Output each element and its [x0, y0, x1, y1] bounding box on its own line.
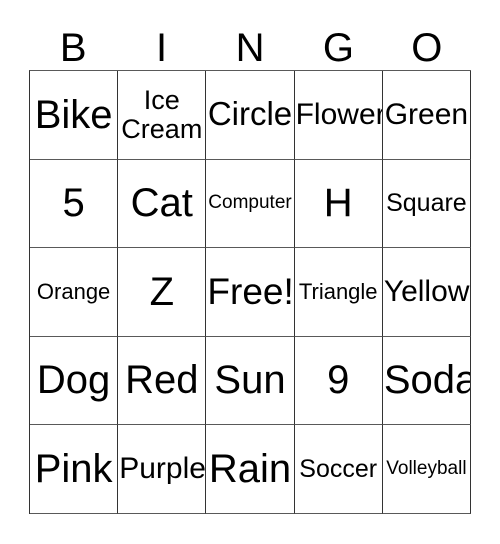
bingo-cell-r5c2[interactable]: Purple	[118, 425, 207, 514]
bingo-card: B I N G O Bike Ice Cream Circle Flower G…	[0, 0, 500, 544]
bingo-cell-r1c2[interactable]: Ice Cream	[118, 71, 207, 160]
bingo-header-letter-i: I	[156, 26, 168, 70]
bingo-cell-r5c5[interactable]: Volleyball	[382, 425, 472, 514]
bingo-cell-label: Yellow	[383, 275, 470, 309]
bingo-cell-label: Ice Cream	[121, 85, 203, 144]
bingo-cell-r3c1[interactable]: Orange	[30, 248, 119, 337]
bingo-cell-r5c1[interactable]: Pink	[30, 425, 119, 514]
bingo-cell-label: Dog	[36, 358, 111, 403]
bingo-cell-r3c2[interactable]: Z	[118, 248, 207, 337]
bingo-cell-r1c1[interactable]: Bike	[30, 71, 119, 160]
bingo-cell-r2c3[interactable]: Computer	[206, 159, 295, 249]
bingo-cell-r3c5[interactable]: Yellow	[382, 248, 472, 337]
bingo-cell-label: Rain	[208, 446, 292, 491]
bingo-cell-free-space[interactable]: Free!	[206, 248, 295, 337]
bingo-cell-label: Purple	[119, 452, 206, 486]
bingo-grid: Bike Ice Cream Circle Flower Green 5 Cat…	[29, 70, 472, 514]
bingo-cell-r4c5[interactable]: Soda	[382, 336, 472, 426]
bingo-cell-label: Soda	[383, 358, 472, 403]
bingo-cell-label: Square	[386, 189, 467, 218]
bingo-row: 5 Cat Computer H Square	[30, 159, 472, 249]
bingo-cell-label: Z	[149, 269, 175, 314]
bingo-cell-r5c4[interactable]: Soccer	[294, 425, 383, 514]
bingo-header-letter-b: B	[59, 26, 87, 70]
bingo-row: Bike Ice Cream Circle Flower Green	[30, 71, 472, 160]
bingo-cell-r3c4[interactable]: Triangle	[294, 248, 383, 337]
bingo-cell-label: Computer	[208, 192, 292, 214]
bingo-cell-r2c4[interactable]: H	[294, 159, 383, 249]
bingo-cell-label: Circle	[207, 95, 293, 133]
bingo-free-space-label: Free!	[207, 271, 294, 313]
bingo-cell-r2c2[interactable]: Cat	[118, 159, 207, 249]
bingo-cell-label: Soccer	[299, 454, 378, 483]
bingo-cell-label: 5	[62, 181, 85, 226]
bingo-row: Orange Z Free! Triangle Yellow	[30, 248, 472, 337]
bingo-header-letter-g: G	[322, 26, 354, 70]
bingo-cell-r5c3[interactable]: Rain	[206, 425, 295, 514]
bingo-cell-label: Volleyball	[386, 458, 467, 480]
bingo-cell-label: Green	[384, 97, 469, 131]
bingo-cell-r1c4[interactable]: Flower	[294, 71, 383, 160]
bingo-cell-label: Cat	[130, 181, 193, 226]
bingo-cell-label: Pink	[34, 446, 113, 491]
bingo-cell-r1c3[interactable]: Circle	[206, 71, 295, 160]
bingo-cell-label: Red	[125, 358, 199, 403]
bingo-cell-label: Sun	[214, 358, 286, 403]
bingo-cell-r4c1[interactable]: Dog	[30, 336, 119, 426]
bingo-cell-label: Orange	[36, 279, 111, 305]
bingo-cell-label: H	[323, 181, 353, 226]
bingo-cell-r4c4[interactable]: 9	[294, 336, 383, 426]
bingo-cell-r1c5[interactable]: Green	[382, 71, 472, 160]
bingo-cell-label: Flower	[295, 97, 383, 131]
bingo-header-letter-n: N	[235, 26, 265, 70]
bingo-cell-r4c2[interactable]: Red	[118, 336, 207, 426]
bingo-row: Pink Purple Rain Soccer Volleyball	[30, 425, 472, 514]
bingo-row: Dog Red Sun 9 Soda	[30, 336, 472, 426]
bingo-cell-r2c5[interactable]: Square	[382, 159, 472, 249]
bingo-cell-label: Bike	[34, 92, 113, 137]
bingo-cell-r2c1[interactable]: 5	[30, 159, 119, 249]
bingo-cell-label: 9	[327, 358, 350, 403]
bingo-cell-label: Triangle	[298, 279, 378, 305]
bingo-header-letter-o: O	[411, 26, 443, 70]
bingo-cell-r4c3[interactable]: Sun	[206, 336, 295, 426]
bingo-header-row: B I N G O	[29, 22, 471, 70]
